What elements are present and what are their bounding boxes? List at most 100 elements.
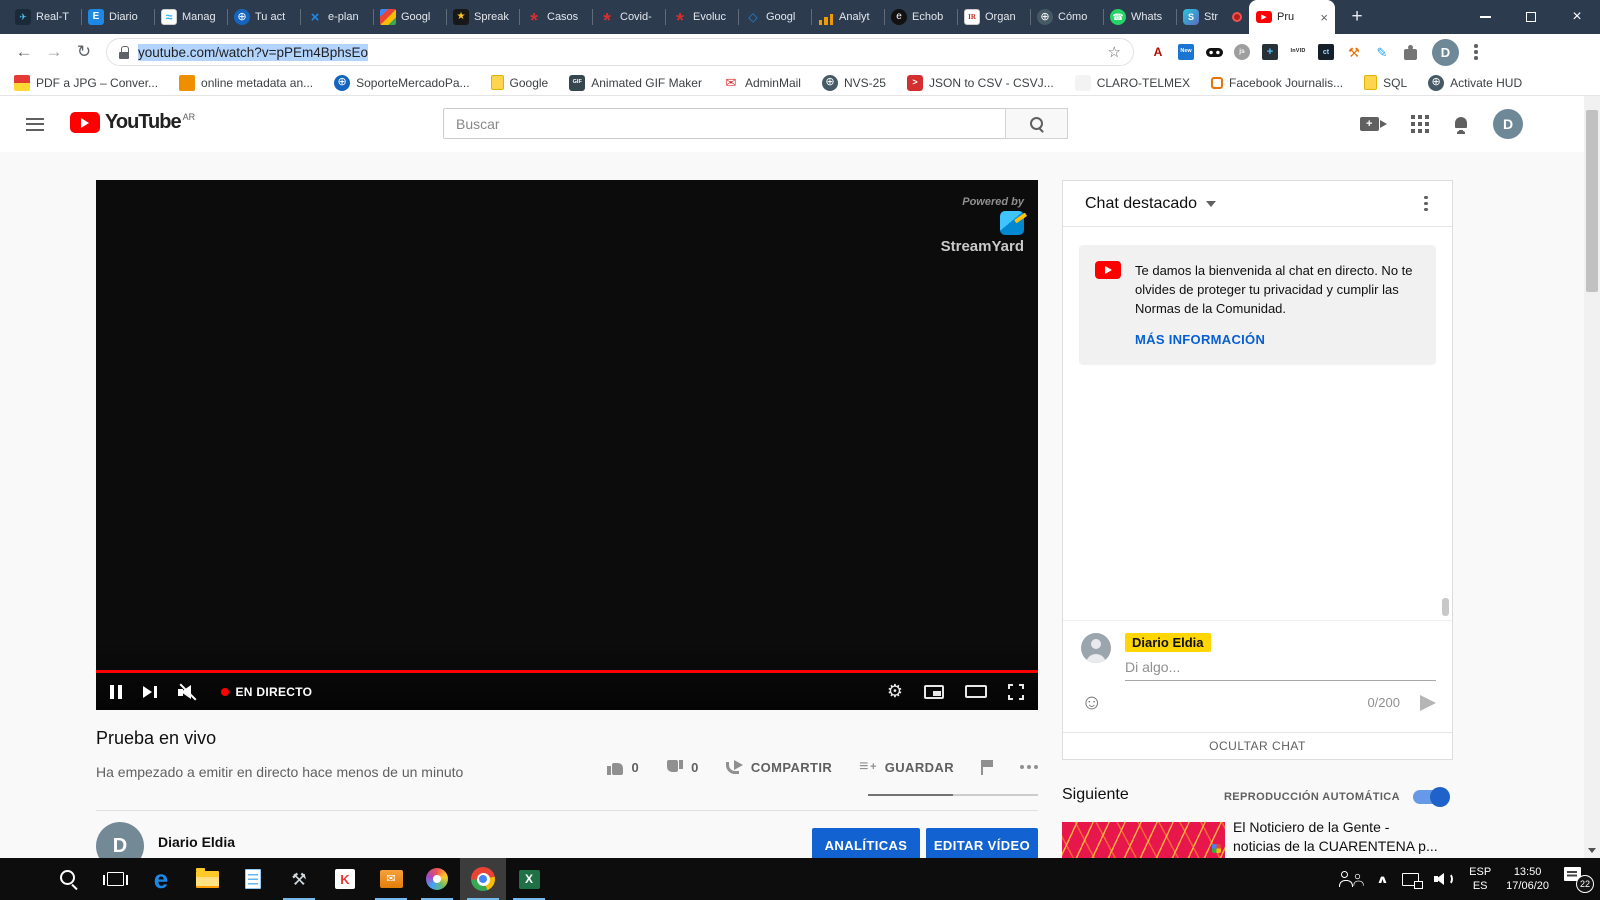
miniplayer-icon[interactable] [924, 685, 944, 699]
bookmark-item[interactable]: ⊕NVS-25 [822, 75, 886, 91]
edit-video-button[interactable]: EDITAR VÍDEO [926, 828, 1038, 858]
reload-button[interactable]: ↻ [70, 38, 98, 66]
theater-mode-icon[interactable] [965, 685, 987, 698]
browser-tab[interactable]: ⊕Tu act [227, 0, 300, 34]
settings-gear-icon[interactable]: ⚙ [887, 681, 903, 702]
language-indicator[interactable]: ESP ES [1469, 865, 1491, 893]
browser-profile-avatar[interactable]: D [1432, 39, 1459, 66]
browser-tab[interactable]: IROrgan [957, 0, 1030, 34]
paint-taskbar-button[interactable] [414, 858, 460, 900]
window-minimize-button[interactable] [1462, 0, 1508, 34]
browser-tab[interactable]: Analyt [811, 0, 884, 34]
browser-tab[interactable]: ◇Googl [738, 0, 811, 34]
mask-extension-button[interactable] [1204, 42, 1224, 62]
bookmark-item[interactable]: online metadata an... [179, 75, 313, 91]
edge-taskbar-button[interactable]: e [138, 858, 184, 900]
autoplay-toggle[interactable] [1413, 790, 1447, 804]
channel-name[interactable]: Diario Eldia [158, 834, 235, 850]
search-button[interactable] [1005, 108, 1068, 139]
video-player[interactable]: Powered by StreamYard EN DIRECTO ⚙ [96, 180, 1038, 710]
share-button[interactable]: COMPARTIR [726, 760, 832, 775]
menu-hamburger-icon[interactable] [26, 114, 46, 134]
youtube-logo[interactable]: YouTube AR [70, 112, 195, 133]
bookmark-item[interactable]: CLARO-TELMEX [1075, 75, 1190, 91]
channel-avatar[interactable]: D [96, 822, 144, 858]
next-icon[interactable] [143, 686, 157, 698]
send-icon[interactable] [1420, 695, 1436, 711]
network-icon[interactable] [1402, 873, 1419, 886]
notepad-taskbar-button[interactable] [230, 858, 276, 900]
js-gear-extension-button[interactable]: js [1232, 42, 1252, 62]
chat-scrollbar-thumb[interactable] [1442, 598, 1449, 616]
browser-tab[interactable]: ☎Whats [1103, 0, 1176, 34]
search-taskbar-button[interactable] [46, 858, 92, 900]
volume-icon[interactable] [1434, 871, 1454, 887]
analytics-button[interactable]: ANALÍTICAS [812, 828, 920, 858]
next-video-thumbnail[interactable] [1062, 822, 1225, 858]
emoji-icon[interactable]: ☺ [1081, 692, 1102, 713]
bookmark-item[interactable]: ⊕Activate HUD [1428, 75, 1522, 91]
report-button[interactable] [981, 760, 993, 775]
address-bar[interactable]: youtube.com/watch?v=pPEm4BphsEo ☆ [106, 38, 1134, 66]
pause-icon[interactable] [110, 685, 122, 699]
save-button[interactable]: ≡+ GUARDAR [859, 758, 954, 776]
window-maximize-button[interactable] [1508, 0, 1554, 34]
scrollbar-thumb[interactable] [1586, 110, 1598, 292]
bookmark-item[interactable]: Google [491, 75, 549, 90]
browser-tab[interactable]: Googl [373, 0, 446, 34]
capture-new-extension-button[interactable]: New [1176, 42, 1196, 62]
bookmark-item[interactable]: PDF a JPG – Conver... [14, 75, 158, 91]
more-info-link[interactable]: MÁS INFORMACIÓN [1135, 332, 1265, 347]
apps-grid-icon[interactable] [1411, 115, 1429, 133]
browser-tab[interactable]: SStr [1176, 0, 1249, 34]
more-actions-button[interactable] [1020, 765, 1038, 769]
browser-tab[interactable]: ×e-plan [300, 0, 373, 34]
browser-tab[interactable]: *Evoluc [665, 0, 738, 34]
search-input[interactable] [443, 108, 1005, 139]
notifications-bell-icon[interactable] [1453, 116, 1469, 133]
muted-volume-icon[interactable] [178, 684, 200, 700]
gavel-extension-button[interactable]: ⚒ [1344, 42, 1364, 62]
invid-extension-button[interactable]: InVID [1288, 42, 1308, 62]
like-button[interactable]: 0 [607, 760, 640, 775]
crop-extension-button[interactable]: + [1260, 42, 1280, 62]
feather-extension-button[interactable]: ✎ [1372, 42, 1392, 62]
start-taskbar-button[interactable] [0, 858, 46, 900]
taskview-taskbar-button[interactable] [92, 858, 138, 900]
browser-tab[interactable]: ⊕Cómo [1030, 0, 1103, 34]
window-close-button[interactable]: × [1554, 0, 1600, 34]
people-icon[interactable] [1339, 871, 1363, 888]
bookmark-item[interactable]: >JSON to CSV - CSVJ... [907, 75, 1054, 91]
bookmark-item[interactable]: Facebook Journalis... [1211, 76, 1343, 90]
back-button[interactable]: ← [10, 38, 38, 66]
browser-tab[interactable]: *Casos [519, 0, 592, 34]
acrobat-extension-button[interactable]: A [1148, 42, 1168, 62]
next-video-title[interactable]: El Noticiero de la Gente - noticias de l… [1233, 818, 1455, 858]
create-video-icon[interactable]: + [1360, 117, 1387, 131]
tab-close-icon[interactable]: × [1320, 10, 1328, 25]
browser-tab[interactable]: EDiario [81, 0, 154, 34]
chrome-taskbar-button[interactable] [460, 858, 506, 900]
excel-taskbar-button[interactable]: X [506, 858, 552, 900]
notification-center-icon[interactable]: 22 [1564, 867, 1592, 891]
chat-message-input[interactable] [1125, 652, 1436, 681]
bookmark-item[interactable]: ⊕SoporteMercadoPa... [334, 75, 469, 91]
fullscreen-icon[interactable] [1008, 684, 1024, 700]
explorer-taskbar-button[interactable] [184, 858, 230, 900]
ct-extension-button[interactable]: ct [1316, 42, 1336, 62]
puzzle-extension-button[interactable] [1400, 42, 1420, 62]
tray-chevron-icon[interactable]: ∧ [1376, 873, 1389, 886]
dislike-button[interactable]: 0 [666, 760, 699, 775]
bookmark-star-icon[interactable]: ☆ [1108, 43, 1121, 61]
forward-button[interactable]: → [40, 38, 68, 66]
new-tab-button[interactable]: + [1343, 3, 1371, 31]
chat-menu-button[interactable] [1410, 202, 1442, 206]
bookmark-item[interactable]: ✉AdminMail [723, 75, 801, 91]
browser-tab[interactable]: *Covid- [592, 0, 665, 34]
bookmark-item[interactable]: GIFAnimated GIF Maker [569, 75, 702, 91]
chat-title[interactable]: Chat destacado [1085, 195, 1197, 213]
browser-menu-button[interactable] [1465, 41, 1487, 63]
youtube-profile-avatar[interactable]: D [1493, 109, 1523, 139]
hide-chat-button[interactable]: OCULTAR CHAT [1063, 732, 1452, 759]
scrollbar-down-arrow[interactable] [1584, 843, 1600, 857]
